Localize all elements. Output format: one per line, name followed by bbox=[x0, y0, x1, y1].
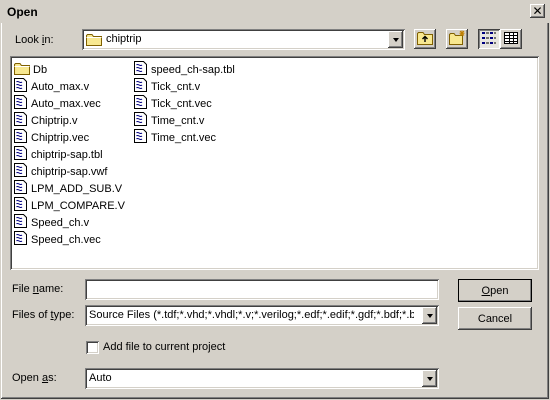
folder-icon bbox=[14, 62, 30, 78]
file-list-item-label: Auto_max.v bbox=[31, 80, 90, 93]
file-list-item[interactable]: Speed_ch.v bbox=[14, 214, 125, 231]
file-list-item[interactable]: chiptrip-sap.vwf bbox=[14, 163, 125, 180]
file-list-item[interactable]: Auto_max.vec bbox=[14, 95, 125, 112]
document-icon bbox=[14, 180, 28, 197]
file-list-item[interactable]: Auto_max.v bbox=[14, 78, 125, 95]
file-list-item-label: Time_cnt.vec bbox=[151, 131, 217, 144]
open-as-label: Open as: bbox=[12, 372, 57, 384]
open-button[interactable]: Open bbox=[458, 279, 532, 302]
add-to-project-checkbox[interactable] bbox=[86, 341, 99, 354]
file-list-item[interactable]: speed_ch-sap.tbl bbox=[134, 61, 235, 78]
document-icon bbox=[14, 163, 28, 180]
file-list-item[interactable]: Db bbox=[14, 61, 125, 78]
document-icon bbox=[134, 95, 148, 112]
file-list-item[interactable]: Time_cnt.vec bbox=[134, 129, 235, 146]
file-list-item-label: Time_cnt.v bbox=[151, 114, 205, 127]
file-list-item-label: Db bbox=[33, 63, 48, 76]
document-icon bbox=[14, 129, 28, 146]
details-view-button[interactable] bbox=[500, 29, 522, 49]
create-new-folder-button[interactable] bbox=[446, 29, 468, 49]
look-in-dropdown-button[interactable] bbox=[388, 31, 403, 48]
file-list-item-label: LPM_ADD_SUB.V bbox=[31, 182, 123, 195]
open-button-label: pen bbox=[490, 284, 509, 297]
chevron-down-icon bbox=[392, 37, 399, 42]
document-icon bbox=[14, 146, 28, 163]
cancel-button-label: Cancel bbox=[477, 312, 513, 325]
folder-icon bbox=[86, 33, 102, 49]
file-list-item[interactable]: Chiptrip.vec bbox=[14, 129, 125, 146]
file-list-item-label: LPM_COMPARE.V bbox=[31, 199, 125, 212]
document-icon bbox=[134, 61, 148, 78]
file-list-item-label: chiptrip-sap.tbl bbox=[31, 148, 103, 161]
look-in-value: chiptrip bbox=[106, 33, 142, 45]
look-in-combo[interactable]: chiptrip bbox=[82, 29, 405, 50]
close-icon: ✕ bbox=[532, 4, 543, 18]
file-list-item-label: Chiptrip.vec bbox=[31, 131, 90, 144]
file-list-item[interactable]: Speed_ch.vec bbox=[14, 231, 125, 248]
dialog-title: Open bbox=[7, 5, 38, 19]
file-list[interactable]: Db Auto_max.v Auto_max.vec Chiptrip.v Chiptr… bbox=[10, 56, 539, 270]
details-view-icon bbox=[504, 31, 518, 47]
chevron-down-icon bbox=[426, 376, 433, 381]
file-list-column-2: speed_ch-sap.tbl Tick_cnt.v Tick_cnt.vec Ti… bbox=[134, 61, 235, 146]
up-one-level-button[interactable] bbox=[414, 29, 436, 49]
add-to-project-label[interactable]: Add file to current project bbox=[103, 341, 225, 353]
document-icon bbox=[14, 197, 28, 214]
file-list-item[interactable]: Tick_cnt.vec bbox=[134, 95, 235, 112]
open-button-mnemonic: O bbox=[481, 284, 491, 297]
list-view-icon bbox=[482, 31, 496, 47]
document-icon bbox=[14, 78, 28, 95]
file-list-item-label: Auto_max.vec bbox=[31, 97, 101, 110]
document-icon bbox=[134, 112, 148, 129]
file-type-label: Files of type: bbox=[12, 309, 75, 321]
open-as-value: Auto bbox=[89, 372, 112, 384]
file-list-item-label: Tick_cnt.v bbox=[151, 80, 201, 93]
file-type-dropdown-button[interactable] bbox=[422, 307, 437, 324]
document-icon bbox=[134, 129, 148, 146]
file-type-value: Source Files (*.tdf;*.vhd;*.vhdl;*.v;*.v… bbox=[89, 309, 414, 321]
close-button[interactable]: ✕ bbox=[530, 4, 545, 18]
document-icon bbox=[134, 78, 148, 95]
file-name-input[interactable] bbox=[85, 279, 439, 300]
file-list-item[interactable]: chiptrip-sap.tbl bbox=[14, 146, 125, 163]
title-bar[interactable]: Open ✕ bbox=[1, 1, 549, 23]
file-name-label: File name: bbox=[12, 283, 64, 295]
file-list-item[interactable]: LPM_ADD_SUB.V bbox=[14, 180, 125, 197]
chevron-down-icon bbox=[426, 313, 433, 318]
open-as-dropdown-button[interactable] bbox=[422, 370, 437, 387]
document-icon bbox=[14, 231, 28, 248]
file-list-item-label: speed_ch-sap.tbl bbox=[151, 63, 235, 76]
list-view-button[interactable] bbox=[478, 29, 500, 49]
open-dialog: Open ✕ Look in: chiptrip Db Auto_max.v A… bbox=[0, 0, 550, 400]
file-list-item-label: Chiptrip.v bbox=[31, 114, 78, 127]
up-folder-icon bbox=[417, 31, 433, 48]
file-list-column-1: Db Auto_max.v Auto_max.vec Chiptrip.v Chiptr… bbox=[14, 61, 125, 248]
file-list-item[interactable]: Chiptrip.v bbox=[14, 112, 125, 129]
document-icon bbox=[14, 112, 28, 129]
open-as-select[interactable]: Auto bbox=[85, 368, 439, 389]
file-type-select[interactable]: Source Files (*.tdf;*.vhd;*.vhdl;*.v;*.v… bbox=[85, 305, 439, 326]
cancel-button[interactable]: Cancel bbox=[458, 307, 532, 330]
file-list-item[interactable]: Time_cnt.v bbox=[134, 112, 235, 129]
new-folder-icon bbox=[448, 30, 466, 48]
file-list-item-label: Speed_ch.v bbox=[31, 216, 90, 229]
look-in-label: Look in: bbox=[15, 34, 54, 46]
file-list-item[interactable]: Tick_cnt.v bbox=[134, 78, 235, 95]
file-list-item[interactable]: LPM_COMPARE.V bbox=[14, 197, 125, 214]
file-list-item-label: Speed_ch.vec bbox=[31, 233, 101, 246]
document-icon bbox=[14, 214, 28, 231]
document-icon bbox=[14, 95, 28, 112]
file-list-item-label: Tick_cnt.vec bbox=[151, 97, 212, 110]
file-list-item-label: chiptrip-sap.vwf bbox=[31, 165, 108, 178]
